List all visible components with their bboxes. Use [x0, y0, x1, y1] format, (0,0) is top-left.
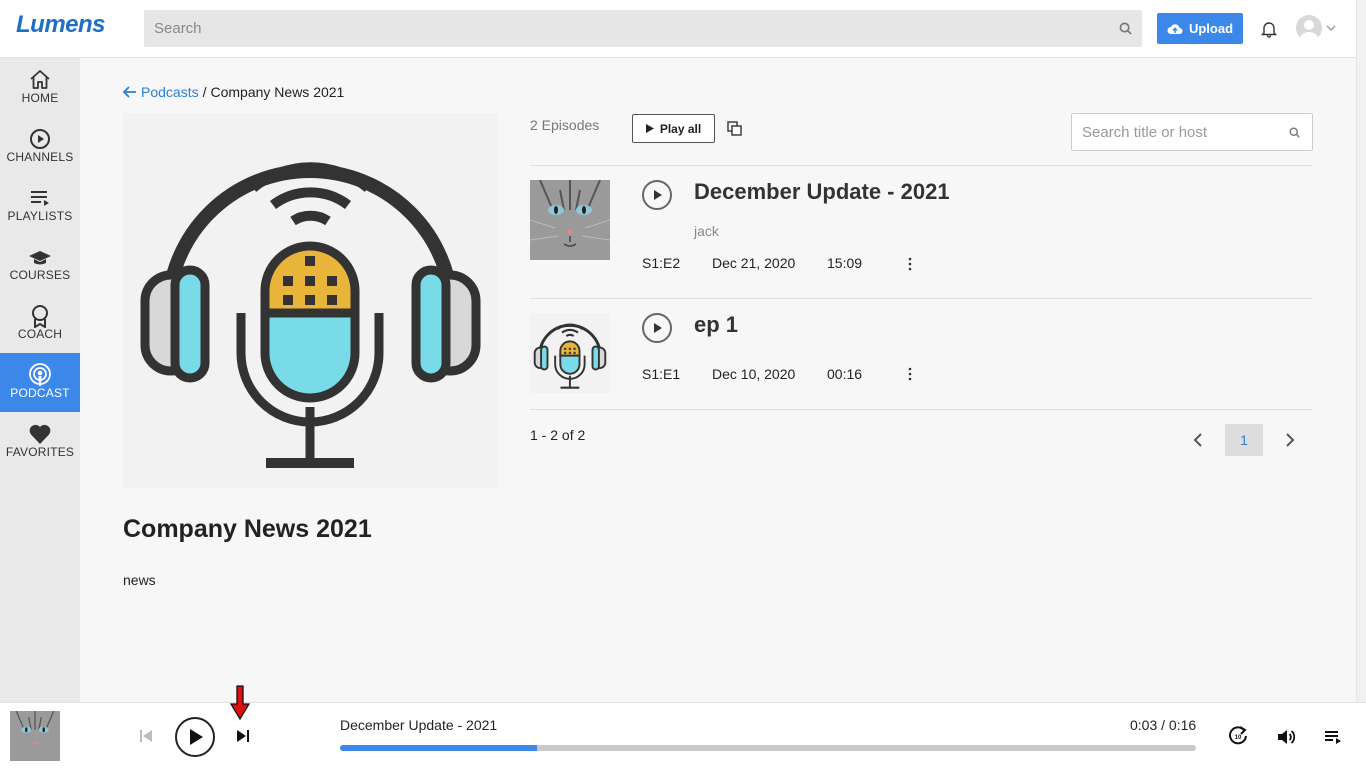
episode-title[interactable]: ep 1 — [694, 312, 738, 338]
page-scrollbar[interactable] — [1356, 0, 1366, 702]
episode-search — [1071, 113, 1313, 151]
volume-icon[interactable] — [1276, 727, 1296, 747]
play-circle-icon — [30, 129, 50, 149]
sidebar-item-favorites[interactable]: FAVORITES — [0, 412, 80, 471]
play-icon — [645, 124, 654, 133]
avatar[interactable] — [1296, 15, 1322, 41]
cloud-upload-icon — [1167, 23, 1183, 34]
podcast-description: news — [123, 572, 156, 588]
sidebar-item-courses[interactable]: COURSES — [0, 235, 80, 294]
episode-play-button[interactable] — [642, 313, 672, 343]
replay-seconds: 10 — [1235, 735, 1242, 741]
user-avatar-icon — [1299, 20, 1319, 41]
upload-label: Upload — [1188, 21, 1234, 36]
coach-icon — [32, 305, 48, 328]
episode-search-input[interactable] — [1072, 114, 1282, 150]
sidebar-item-label: PLAYLISTS — [7, 209, 73, 223]
divider — [530, 409, 1313, 410]
divider — [530, 165, 1313, 166]
skip-next-icon[interactable] — [235, 728, 251, 744]
player-track-title: December Update - 2021 — [340, 717, 498, 733]
lumens-logo[interactable]: Lumens — [16, 12, 116, 42]
skip-previous-icon[interactable] — [138, 728, 154, 744]
episode-thumbnail[interactable] — [530, 180, 610, 260]
play-all-label: Play all — [659, 121, 702, 136]
play-all-button[interactable]: Play all — [632, 114, 715, 143]
play-icon — [654, 190, 662, 200]
search-icon[interactable] — [1119, 22, 1132, 35]
sidebar-item-channels[interactable]: CHANNELS — [0, 117, 80, 176]
breadcrumb-podcasts-link[interactable]: Podcasts — [141, 84, 199, 100]
episode-play-button[interactable] — [642, 180, 672, 210]
episode-count: 2 Episodes — [530, 117, 600, 133]
cat-photo-icon — [10, 711, 60, 761]
sidebar-item-label: COURSES — [9, 268, 71, 282]
chevron-down-icon[interactable] — [1326, 25, 1336, 31]
episode-duration: 15:09 — [827, 255, 863, 271]
episode-host: jack — [694, 223, 719, 239]
breadcrumb-current: Company News 2021 — [210, 84, 345, 100]
playlist-icon — [31, 191, 49, 206]
sidebar-item-podcast[interactable]: PODCAST — [0, 353, 80, 412]
player-progress-fill — [340, 745, 537, 751]
sidebar-item-playlists[interactable]: PLAYLISTS — [0, 176, 80, 235]
sidebar-item-label: FAVORITES — [5, 445, 75, 459]
arrow-left-icon[interactable] — [123, 86, 137, 98]
pagination-range: 1 - 2 of 2 — [530, 427, 586, 443]
player-time: 0:03 / 0:16 — [1130, 717, 1197, 733]
chevron-left-icon[interactable] — [1190, 432, 1206, 448]
episode-number: S1:E2 — [642, 255, 681, 271]
audio-player: December Update - 2021 0:03 / 0:16 10 — [0, 702, 1366, 768]
home-icon — [30, 70, 50, 89]
sidebar-item-label: CHANNELS — [6, 150, 74, 164]
headphones-microphone-icon — [533, 323, 607, 389]
more-vertical-icon[interactable] — [906, 367, 914, 381]
chevron-right-icon[interactable] — [1282, 432, 1298, 448]
episode-thumbnail[interactable] — [530, 313, 610, 393]
bell-icon[interactable] — [1260, 20, 1278, 38]
breadcrumb: Podcasts / Company News 2021 — [123, 84, 344, 100]
copy-icon[interactable] — [727, 121, 742, 136]
heart-icon — [29, 424, 51, 444]
sidebar-item-label: HOME — [21, 91, 59, 105]
player-thumbnail — [10, 711, 60, 761]
logo-text: Lumens — [16, 11, 106, 38]
sidebar-item-label: PODCAST — [10, 386, 70, 400]
headphones-microphone-icon — [140, 162, 481, 468]
podcast-title: Company News 2021 — [123, 515, 372, 543]
episode-date: Dec 21, 2020 — [712, 255, 796, 271]
sidebar-item-coach[interactable]: COACH — [0, 294, 80, 353]
sidebar-item-home[interactable]: HOME — [0, 58, 80, 117]
breadcrumb-separator: / — [202, 84, 207, 100]
podcast-icon — [29, 363, 51, 386]
page-number-button[interactable]: 1 — [1225, 424, 1263, 456]
top-bar: Lumens Upload — [0, 0, 1356, 58]
arrow-pointer-icon — [229, 685, 251, 721]
upload-button[interactable]: Upload — [1157, 13, 1243, 44]
podcast-cover-art — [123, 113, 498, 488]
player-progress-bar[interactable] — [340, 745, 1196, 751]
play-icon — [654, 323, 662, 333]
divider — [530, 298, 1313, 299]
play-icon — [190, 729, 203, 745]
episode-title[interactable]: December Update - 2021 — [694, 179, 950, 205]
queue-list-icon[interactable] — [1324, 729, 1342, 745]
search-icon[interactable] — [1289, 127, 1300, 138]
player-play-button[interactable] — [175, 717, 215, 757]
graduation-cap-icon — [29, 251, 51, 265]
episode-number: S1:E1 — [642, 366, 681, 382]
replay-10-icon[interactable]: 10 — [1227, 725, 1249, 747]
more-vertical-icon[interactable] — [906, 257, 914, 271]
sidebar-item-label: COACH — [17, 327, 63, 341]
episode-duration: 00:16 — [827, 366, 863, 382]
global-search — [144, 10, 1142, 47]
sidebar: HOME CHANNELS PLAYLISTS COURSES COACH PO… — [0, 58, 80, 702]
episode-date: Dec 10, 2020 — [712, 366, 796, 382]
cat-photo-icon — [530, 180, 610, 260]
search-input[interactable] — [144, 10, 1104, 47]
